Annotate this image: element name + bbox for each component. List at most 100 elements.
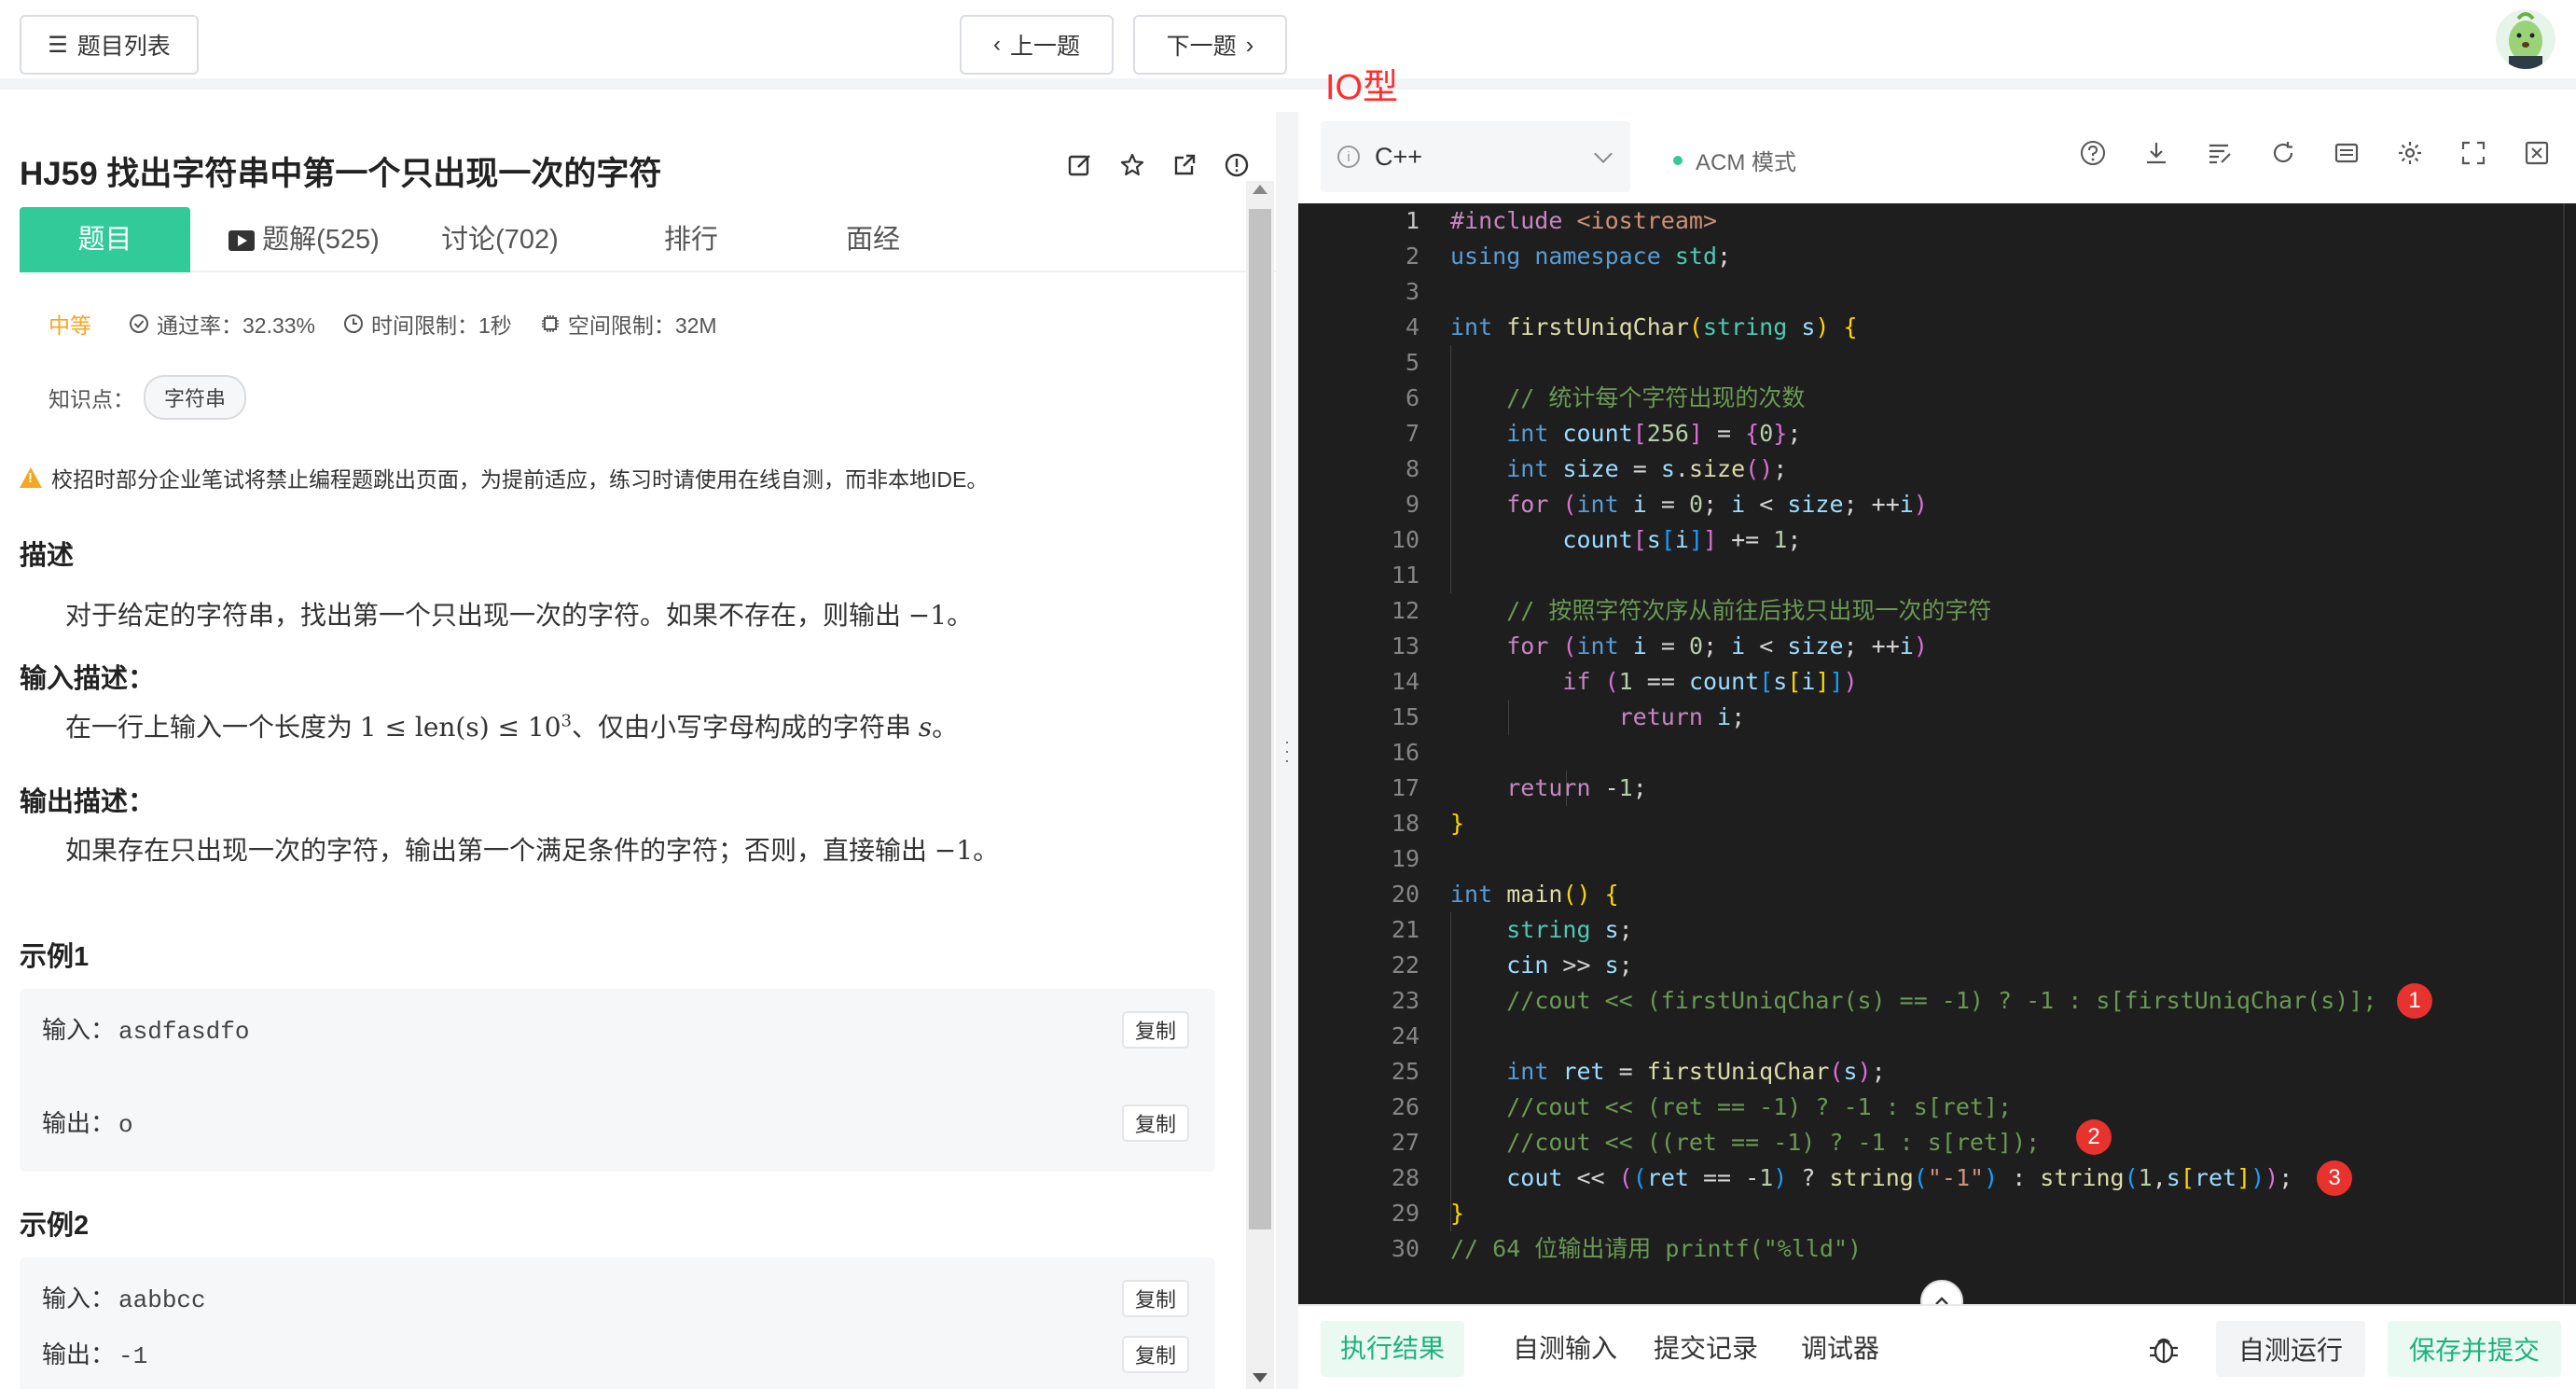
tab-interview[interactable]: 面经 xyxy=(794,207,952,272)
line-number: 28 xyxy=(1391,1164,1420,1191)
line-number: 23 xyxy=(1391,987,1420,1014)
problem-scrollbar-thumb[interactable] xyxy=(1249,209,1271,1229)
line-number: 15 xyxy=(1391,703,1420,730)
avatar-icon xyxy=(2496,9,2555,69)
code-line: 7 int count[256] = {0}; xyxy=(1298,416,2576,451)
tab-run-result[interactable]: 执行结果 xyxy=(1321,1321,1464,1377)
line-number: 1 xyxy=(1405,207,1420,234)
editor-toolbar: i C++ ACM 模式 xyxy=(1298,112,2576,203)
prev-problem-button[interactable]: ‹ 上一题 xyxy=(960,15,1114,75)
difficulty-badge: 中等 xyxy=(48,313,91,338)
settings-gear-icon[interactable] xyxy=(2395,138,2425,168)
line-number: 18 xyxy=(1391,810,1420,837)
chip-icon xyxy=(541,315,559,332)
description-suffix: 。 xyxy=(947,601,974,630)
star-icon[interactable] xyxy=(1118,151,1146,179)
line-number: 4 xyxy=(1405,313,1420,340)
example2-input-label: 输入： xyxy=(42,1285,116,1313)
line-number: 19 xyxy=(1391,845,1420,872)
example2-input: 输入： aabbcc xyxy=(42,1280,206,1314)
share-icon[interactable] xyxy=(1170,151,1198,179)
warning-icon xyxy=(20,467,42,488)
language-select[interactable]: i C++ xyxy=(1321,121,1630,192)
example2-box: 输入： aabbcc 复制 输出： -1 复制 xyxy=(20,1257,1215,1389)
output-suffix: 。 xyxy=(973,836,1000,865)
split-view-icon[interactable] xyxy=(2522,138,2552,168)
editor-tool-icons xyxy=(2078,138,2552,168)
top-bar: ☰ 题目列表 ‹ 上一题 下一题 › xyxy=(0,0,2576,90)
code-line: 16 xyxy=(1298,735,2576,771)
editor-scrollbar[interactable] xyxy=(2563,203,2576,1304)
output-math: −1 xyxy=(934,835,974,866)
example1-input: 输入： asdfasdfo xyxy=(42,1011,249,1046)
copy-button[interactable]: 复制 xyxy=(1122,1104,1189,1142)
keyboard-icon[interactable] xyxy=(2332,138,2361,168)
example1-heading: 示例1 xyxy=(20,942,90,972)
title-actions xyxy=(1066,151,1251,179)
line-number: 16 xyxy=(1391,739,1420,766)
tab-problem[interactable]: 题目 xyxy=(20,207,190,272)
copy-button[interactable]: 复制 xyxy=(1122,1011,1189,1049)
example2-output: 输出： -1 xyxy=(42,1336,147,1370)
description-math: −1 xyxy=(907,600,948,631)
fullscreen-icon[interactable] xyxy=(2458,138,2488,168)
code-line: 23 //cout << (firstUniqChar(s) == -1) ? … xyxy=(1298,983,2576,1019)
report-icon[interactable] xyxy=(1223,151,1251,179)
acm-mode[interactable]: ACM 模式 xyxy=(1673,144,1796,176)
check-circle-icon xyxy=(130,314,148,333)
run-test-button[interactable]: 自测运行 xyxy=(2216,1321,2365,1377)
tab-solutions[interactable]: 题解(525) xyxy=(225,207,383,272)
avatar[interactable] xyxy=(2496,9,2555,69)
line-number: 30 xyxy=(1391,1235,1420,1262)
io-type-annotation: IO型 xyxy=(1325,68,1399,107)
input-middle: 、仅由小写字母构成的字符串 xyxy=(571,713,919,742)
code-editor[interactable]: 1 #include <iostream> 2 using namespace st… xyxy=(1298,203,2576,1304)
tab-ranking[interactable]: 排行 xyxy=(616,207,766,272)
knowledge-tag[interactable]: 字符串 xyxy=(144,375,247,420)
mode-status-dot xyxy=(1673,155,1683,165)
copy-button[interactable]: 复制 xyxy=(1122,1336,1189,1373)
line-number: 27 xyxy=(1391,1129,1420,1156)
example1-input-label: 输入： xyxy=(42,1016,116,1044)
chevron-down-icon xyxy=(1594,145,1613,163)
save-submit-button[interactable]: 保存并提交 xyxy=(2388,1321,2561,1377)
input-prefix: 在一行上输入一个长度为 xyxy=(65,713,360,742)
space-limit: 空间限制：32M xyxy=(567,313,717,338)
format-icon[interactable] xyxy=(2205,138,2235,168)
drag-handle-icon[interactable]: · · · xyxy=(1283,733,1291,769)
input-heading: 输入描述： xyxy=(20,664,156,694)
line-number: 26 xyxy=(1391,1093,1420,1120)
code-line: 12 // 按照字符次序从前往后找只出现一次的字符 xyxy=(1298,593,2576,629)
next-problem-button[interactable]: 下一题 › xyxy=(1133,15,1287,75)
space-limit-item: 空间限制：32M xyxy=(540,308,717,340)
input-math-exp: 3 xyxy=(561,711,572,731)
description-prefix: 对于给定的字符串，找出第一个只出现一次的字符。如果不存在，则输出 xyxy=(65,601,908,630)
output-heading: 输出描述： xyxy=(20,787,156,817)
download-icon[interactable] xyxy=(2141,138,2171,168)
scroll-down-arrow-icon[interactable] xyxy=(1253,1373,1267,1382)
code-line: 11 xyxy=(1298,558,2576,593)
description-text: 对于给定的字符串，找出第一个只出现一次的字符。如果不存在，则输出 −1。 xyxy=(65,595,973,632)
example1-output: 输出： o xyxy=(42,1104,133,1139)
problem-meta: 中等 通过率：32.33% 时间限制：1秒 空间限制：32M xyxy=(48,308,745,340)
edit-icon[interactable] xyxy=(1066,151,1094,179)
scroll-up-arrow-icon[interactable] xyxy=(1253,185,1267,194)
knowledge-label: 知识点： xyxy=(48,387,134,411)
next-problem-label: 下一题 xyxy=(1166,34,1237,60)
code-line: 15 return i; xyxy=(1298,700,2576,735)
bug-icon[interactable] xyxy=(2143,1328,2184,1369)
problem-list-button[interactable]: ☰ 题目列表 xyxy=(20,15,199,75)
copy-button[interactable]: 复制 xyxy=(1122,1280,1189,1317)
tab-custom-input[interactable]: 自测输入 xyxy=(1483,1321,1647,1377)
refresh-icon[interactable] xyxy=(2268,138,2298,168)
tab-submissions[interactable]: 提交记录 xyxy=(1632,1321,1780,1377)
line-number: 7 xyxy=(1405,420,1420,447)
code-line: 30// 64 位输出请用 printf("%lld") xyxy=(1298,1231,2576,1267)
tab-discussion[interactable]: 讨论(702) xyxy=(411,207,589,272)
line-number: 21 xyxy=(1391,916,1420,943)
help-icon[interactable] xyxy=(2078,138,2108,168)
code-line: 13 for (int i = 0; i < size; ++i) xyxy=(1298,629,2576,664)
tab-debugger[interactable]: 调试器 xyxy=(1780,1321,1901,1377)
problem-title-row: HJ59 找出字符串中第一个只出现一次的字符 xyxy=(20,147,1251,203)
exam-warning: 校招时部分企业笔试将禁止编程题跳出页面，为提前适应，练习时请使用在线自测，而非本… xyxy=(20,462,988,493)
